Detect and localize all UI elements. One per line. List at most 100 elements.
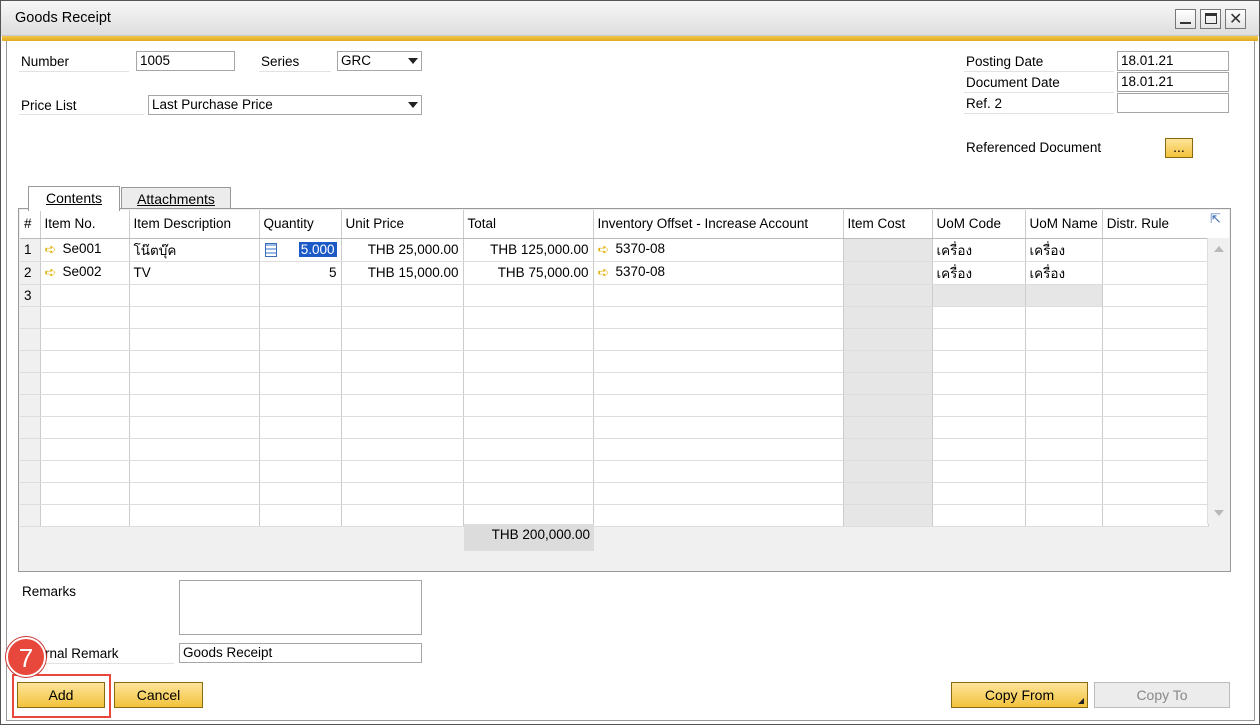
description-cell[interactable]: โน๊ตบุ๊ค (129, 238, 260, 262)
unit-price-cell[interactable]: THB 25,000.00 (341, 238, 464, 262)
expand-icon[interactable]: ⇱ (1210, 211, 1221, 227)
account-value: 5370-08 (615, 241, 666, 257)
journal-remark-label: rnal Remark (45, 646, 119, 661)
ref2-field[interactable] (1117, 93, 1229, 113)
column-header-uom-name[interactable]: UoM Name (1025, 210, 1103, 239)
ref2-label: Ref. 2 (966, 96, 1003, 111)
account-cell[interactable]: ➪ 5370-08 (593, 261, 844, 285)
quantity-value-selected: 5.000 (298, 242, 337, 257)
item-no-cell[interactable]: ➪ Se002 (40, 261, 130, 285)
empty-row (20, 416, 1209, 439)
number-label: Number (21, 54, 70, 69)
number-field[interactable]: 1005 (136, 51, 235, 71)
empty-row (20, 306, 1209, 329)
document-date-field[interactable]: 18.01.21 (1117, 72, 1229, 92)
price-list-select[interactable]: Last Purchase Price (148, 95, 422, 115)
distr-rule-cell[interactable] (1102, 238, 1209, 262)
link-arrow-icon[interactable]: ➪ (598, 264, 616, 281)
empty-row (20, 438, 1209, 461)
column-header-total[interactable]: Total (463, 210, 594, 239)
empty-row (20, 504, 1209, 527)
column-header-item-description[interactable]: Item Description (129, 210, 260, 239)
posting-date-label: Posting Date (966, 54, 1044, 69)
maximize-icon[interactable] (1200, 9, 1221, 29)
link-arrow-icon[interactable]: ➪ (598, 241, 616, 258)
link-arrow-icon[interactable]: ➪ (45, 264, 63, 281)
posting-date-field[interactable]: 18.01.21 (1117, 51, 1229, 71)
item-no-cell[interactable]: ➪ Se001 (40, 238, 130, 262)
step-highlight-box (12, 674, 111, 718)
table-header: # Item No. Item Description Quantity Uni… (20, 210, 1209, 239)
table-row[interactable]: 3 (20, 284, 1209, 307)
tab-contents[interactable]: Contents (28, 186, 120, 211)
series-label: Series (261, 54, 300, 69)
uom-code-cell[interactable]: เครื่อง (932, 238, 1026, 262)
tab-contents-label: Contents (45, 190, 103, 206)
scroll-up-icon[interactable] (1214, 246, 1224, 252)
column-header-unit-price[interactable]: Unit Price (341, 210, 464, 239)
close-icon[interactable]: ✕ (1225, 9, 1246, 29)
uom-name-cell[interactable]: เครื่อง (1025, 238, 1103, 262)
empty-row (20, 460, 1209, 483)
empty-row (20, 482, 1209, 505)
tab-attachments-label: Attachments (137, 191, 215, 207)
empty-row (20, 328, 1209, 351)
empty-row (20, 394, 1209, 417)
referenced-document-button[interactable]: ... (1165, 138, 1193, 158)
cancel-button[interactable]: Cancel (114, 682, 203, 708)
account-cell[interactable] (593, 284, 844, 307)
remarks-field[interactable] (179, 580, 422, 635)
unit-price-cell[interactable]: THB 15,000.00 (341, 261, 464, 285)
table-row[interactable]: 2 ➪ Se002 TV 5 THB 15,000.00 THB 75,000.0… (20, 261, 1209, 285)
referenced-document-label: Referenced Document (966, 140, 1102, 155)
distr-rule-cell[interactable] (1102, 284, 1209, 307)
journal-remark-field[interactable]: Goods Receipt (179, 643, 422, 663)
item-no-value: Se001 (62, 241, 102, 257)
minimize-icon[interactable] (1175, 9, 1196, 29)
title-bar: Goods Receipt ✕ (1, 1, 1259, 36)
chevron-down-icon (408, 102, 418, 108)
copy-from-label: Copy From (984, 687, 1055, 703)
step-marker: 7 (6, 637, 46, 677)
total-cell[interactable]: THB 125,000.00 (463, 238, 594, 262)
description-cell[interactable] (129, 284, 260, 307)
account-value: 5370-08 (615, 264, 666, 280)
remarks-label: Remarks (22, 584, 77, 599)
scroll-down-icon[interactable] (1214, 510, 1224, 516)
quantity-cell[interactable]: 5 (259, 261, 342, 285)
contents-table: # Item No. Item Description Quantity Uni… (20, 210, 1209, 527)
uom-name-cell[interactable]: เครื่อง (1025, 261, 1103, 285)
calculator-icon[interactable] (264, 242, 277, 257)
column-header-item-no[interactable]: Item No. (40, 210, 130, 239)
empty-row (20, 372, 1209, 395)
table-row[interactable]: 1 ➪ Se001 โน๊ตบุ๊ค 5.000 THB 25,000.00 TH… (20, 238, 1209, 262)
link-arrow-icon[interactable]: ➪ (45, 241, 63, 258)
total-cell[interactable]: THB 75,000.00 (463, 261, 594, 285)
column-header-inventory-offset[interactable]: Inventory Offset - Increase Account (593, 210, 844, 239)
grand-total: THB 200,000.00 (464, 524, 594, 551)
uom-code-cell[interactable]: เครื่อง (932, 261, 1026, 285)
item-cost-cell (843, 261, 933, 285)
unit-price-cell[interactable] (341, 284, 464, 307)
series-select[interactable]: GRC (337, 51, 422, 71)
window-title: Goods Receipt (15, 10, 111, 26)
uom-name-cell (1025, 284, 1103, 307)
item-cost-cell (843, 238, 933, 262)
quantity-cell[interactable] (259, 284, 342, 307)
quantity-cell-active[interactable]: 5.000 (259, 238, 342, 262)
copy-from-button[interactable]: Copy From (951, 682, 1088, 708)
goods-receipt-window: Goods Receipt ✕ Number 1005 Series GRC P… (0, 0, 1260, 725)
column-header-uom-code[interactable]: UoM Code (932, 210, 1026, 239)
account-cell[interactable]: ➪ 5370-08 (593, 238, 844, 262)
column-header-distr-rule[interactable]: Distr. Rule (1102, 210, 1209, 239)
column-header-number[interactable]: # (20, 210, 41, 239)
total-cell[interactable] (463, 284, 594, 307)
column-header-quantity[interactable]: Quantity (259, 210, 342, 239)
item-no-cell[interactable] (40, 284, 130, 307)
description-cell[interactable]: TV (129, 261, 260, 285)
series-value: GRC (341, 53, 371, 68)
row-number: 3 (20, 284, 41, 307)
distr-rule-cell[interactable] (1102, 261, 1209, 285)
column-header-item-cost[interactable]: Item Cost (843, 210, 933, 239)
grid-scrollbar[interactable] (1207, 238, 1229, 524)
